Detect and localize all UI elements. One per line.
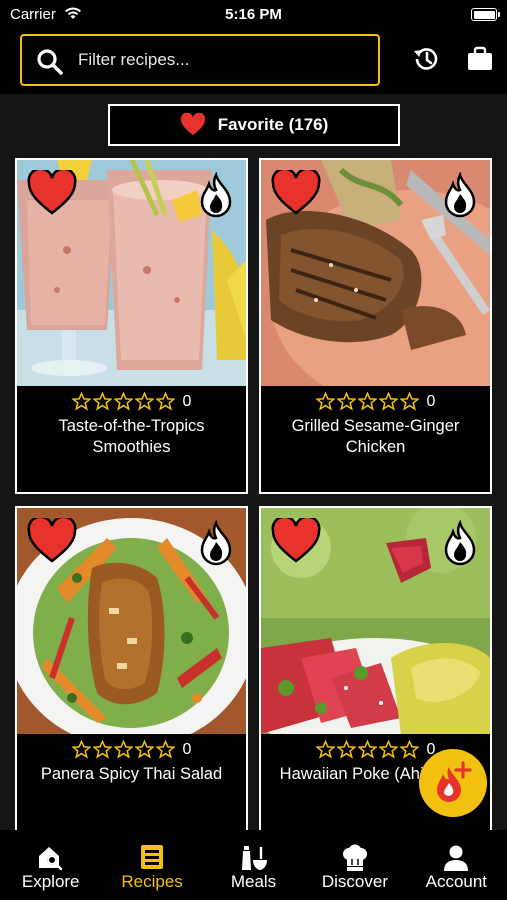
star-icon xyxy=(378,392,398,411)
star-icon xyxy=(134,740,154,759)
tab-account[interactable]: Account xyxy=(406,830,507,900)
tab-recipes[interactable]: Recipes xyxy=(101,830,202,900)
rating-count: 0 xyxy=(182,392,192,410)
star-rating[interactable] xyxy=(71,392,175,411)
star-rating[interactable] xyxy=(71,740,175,759)
flame-icon[interactable] xyxy=(440,172,480,218)
star-icon xyxy=(315,740,335,759)
star-icon xyxy=(113,392,133,411)
star-icon xyxy=(399,392,419,411)
tab-label: Explore xyxy=(21,872,80,891)
flame-icon[interactable] xyxy=(196,520,236,566)
star-icon xyxy=(113,740,133,759)
heart-icon xyxy=(180,113,205,135)
star-icon xyxy=(357,740,377,759)
account-icon xyxy=(444,845,469,871)
recipe-title: Panera Spicy Thai Salad xyxy=(40,765,223,783)
flame-icon[interactable] xyxy=(196,172,236,218)
status-bar: Carrier 5:16 PM xyxy=(0,0,507,30)
briefcase-icon[interactable] xyxy=(465,44,495,74)
rating-count: 0 xyxy=(182,740,192,758)
recipe-title: Grilled Sesame-Ginger Chicken xyxy=(291,417,460,456)
rating-row: 0 xyxy=(261,392,490,411)
star-rating[interactable] xyxy=(315,392,419,411)
star-icon xyxy=(378,740,398,759)
history-icon[interactable] xyxy=(411,44,441,74)
chef-hat-icon xyxy=(342,844,367,871)
star-icon xyxy=(315,392,335,411)
recipe-card[interactable]: 0 Grilled Sesame-Ginger Chicken xyxy=(259,158,492,494)
favorite-heart-icon[interactable] xyxy=(27,170,77,216)
rating-count: 0 xyxy=(426,392,436,410)
clock: 5:16 PM xyxy=(225,6,282,23)
tab-discover[interactable]: Discover xyxy=(304,830,405,900)
search-bar[interactable] xyxy=(20,34,380,86)
star-icon xyxy=(155,392,175,411)
star-icon xyxy=(92,740,112,759)
tab-bar: Explore Recipes Meals Discover Account xyxy=(0,830,507,900)
recipe-card[interactable]: 0 Taste-of-the-Tropics Smoothies xyxy=(15,158,248,494)
star-icon xyxy=(134,392,154,411)
star-icon xyxy=(92,392,112,411)
favorite-heart-icon[interactable] xyxy=(27,518,77,564)
star-icon xyxy=(71,740,91,759)
favorite-filter-label: Favorite (176) xyxy=(217,115,329,134)
meals-icon xyxy=(241,846,267,870)
star-rating[interactable] xyxy=(315,740,419,759)
battery-icon xyxy=(471,8,500,21)
tab-label: Account xyxy=(425,872,488,891)
add-recipe-button[interactable] xyxy=(419,749,487,817)
flame-icon[interactable] xyxy=(440,520,480,566)
favorite-filter-button[interactable]: Favorite (176) xyxy=(108,104,400,146)
recipe-list[interactable]: Favorite (176) 0 Taste-of-the-Tropics Sm… xyxy=(0,94,507,830)
recipes-icon xyxy=(141,845,164,869)
tab-label: Recipes xyxy=(121,872,183,891)
tab-meals[interactable]: Meals xyxy=(203,830,304,900)
tab-explore[interactable]: Explore xyxy=(0,830,101,900)
star-icon xyxy=(399,740,419,759)
star-icon xyxy=(336,392,356,411)
favorite-heart-icon[interactable] xyxy=(271,518,321,564)
explore-icon xyxy=(38,847,62,870)
tab-label: Discover xyxy=(321,872,388,891)
star-icon xyxy=(336,740,356,759)
recipe-card[interactable]: 0 Panera Spicy Thai Salad xyxy=(15,506,248,830)
star-icon xyxy=(357,392,377,411)
search-icon xyxy=(37,49,63,75)
recipe-title: Taste-of-the-Tropics Smoothies xyxy=(58,417,205,456)
rating-row: 0 xyxy=(17,392,246,411)
favorite-heart-icon[interactable] xyxy=(271,170,321,216)
rating-row: 0 xyxy=(17,740,246,759)
star-icon xyxy=(71,392,91,411)
header xyxy=(0,30,507,94)
search-input[interactable] xyxy=(78,46,368,74)
star-icon xyxy=(155,740,175,759)
add-flame-icon xyxy=(437,761,472,802)
tab-label: Meals xyxy=(230,872,277,891)
